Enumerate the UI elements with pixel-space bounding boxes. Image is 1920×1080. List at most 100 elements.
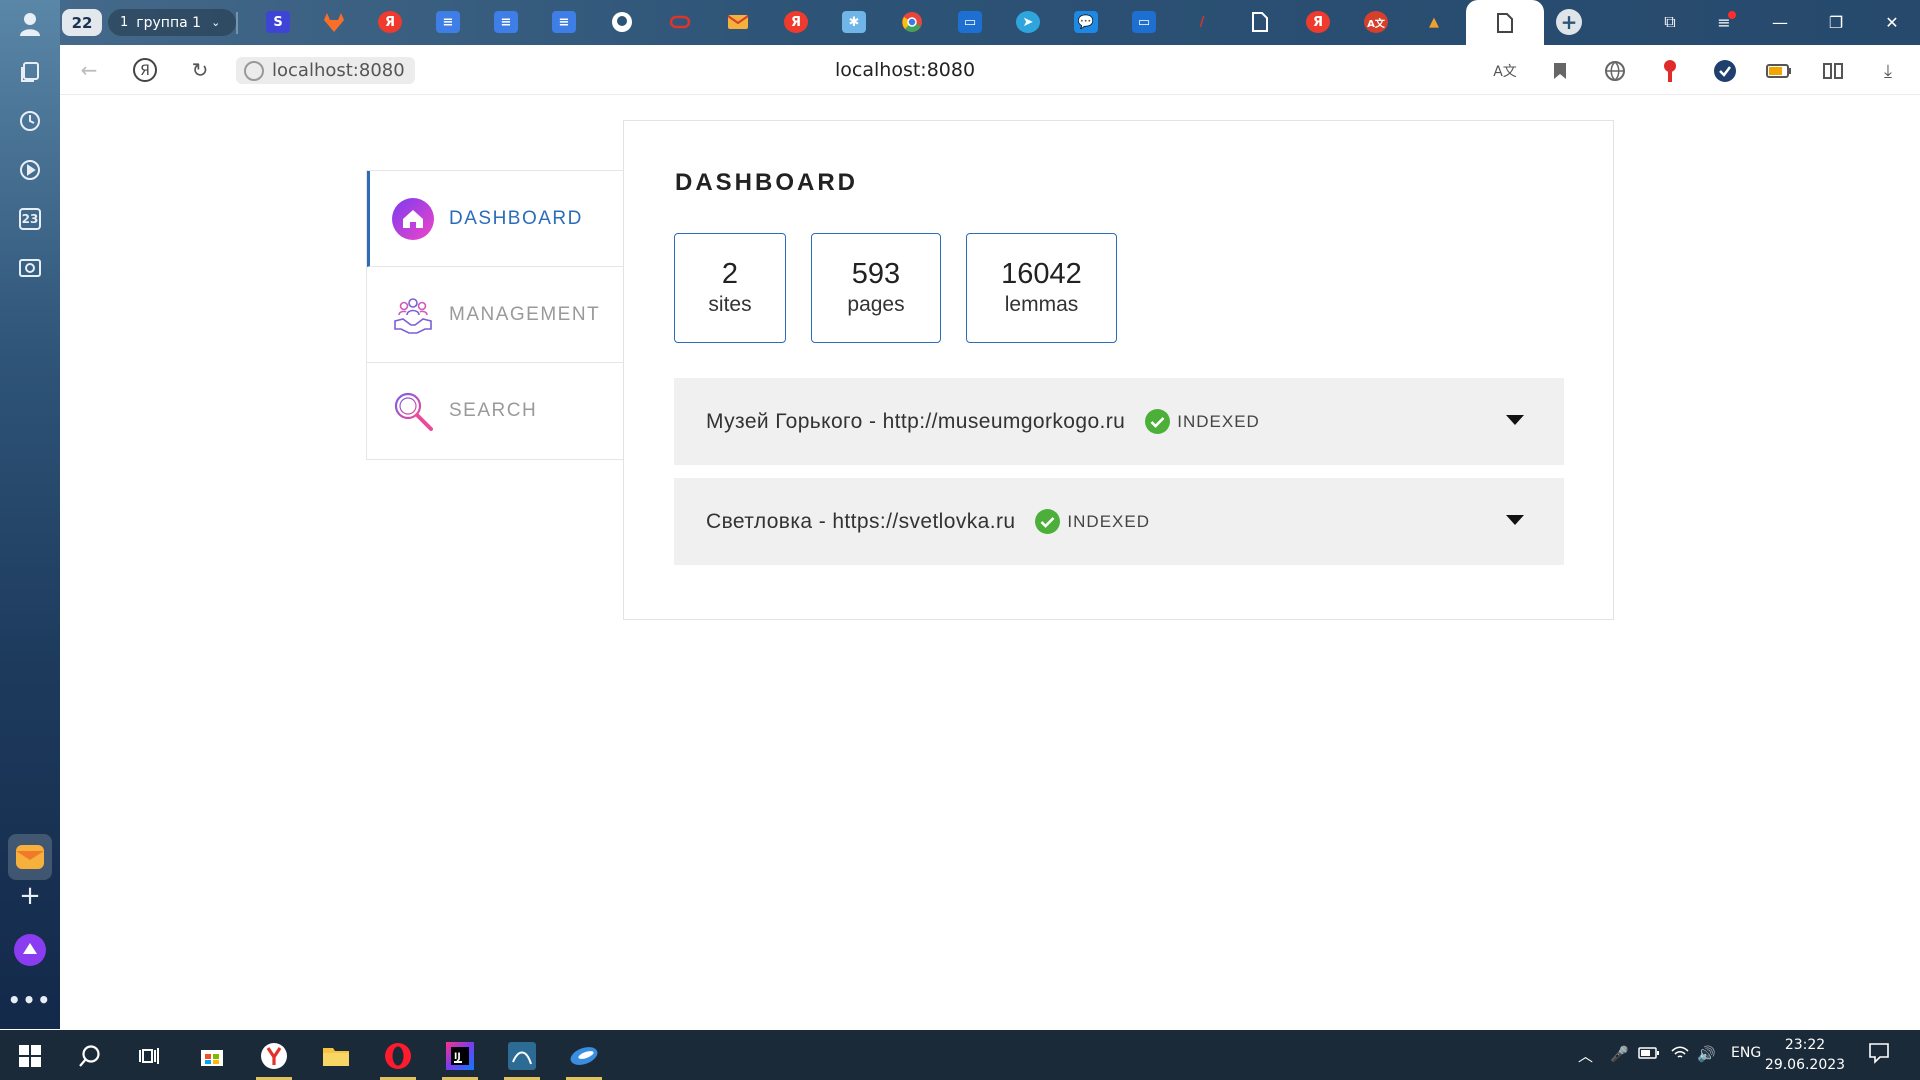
- clock-date: 29.06.2023: [1764, 1057, 1846, 1073]
- tab-favicon-snowflake-icon[interactable]: ✱: [842, 11, 866, 33]
- browser-side-panel: 23 + •••: [0, 0, 60, 1029]
- tab-divider: [236, 12, 238, 34]
- minimize-button[interactable]: —: [1760, 8, 1800, 36]
- site-row[interactable]: Светловка - https://svetlovka.ru INDEXED: [674, 478, 1564, 565]
- tab-favicon-s-icon[interactable]: S: [266, 11, 290, 33]
- clock-time: 23:22: [1784, 1037, 1826, 1053]
- notifications-icon[interactable]: [1868, 1042, 1890, 1068]
- menu-icon[interactable]: ≡: [1704, 8, 1744, 36]
- dbeaver-icon[interactable]: [560, 1036, 608, 1080]
- dashboard-panel: DASHBOARD 2 sites 593 pages 16042 lemmas…: [623, 120, 1614, 620]
- wifi-icon[interactable]: [1670, 1045, 1690, 1065]
- svg-text:IJ: IJ: [454, 1052, 461, 1062]
- nav-item-search[interactable]: SEARCH: [367, 363, 623, 459]
- page-title: DASHBOARD: [675, 169, 858, 196]
- tray-chevron-up-icon[interactable]: ︿: [1578, 1045, 1593, 1066]
- vpn-globe-icon[interactable]: [1602, 58, 1628, 84]
- reader-mode-icon[interactable]: [1820, 58, 1846, 84]
- tab-favicon-oracle-icon[interactable]: [668, 11, 692, 33]
- magnifier-icon: [391, 389, 435, 433]
- address-bar: ← Я ↻ localhost:8080 localhost:8080 A文 ⤓: [60, 45, 1920, 95]
- tab-favicon-triangle-icon[interactable]: ▲: [1422, 11, 1446, 33]
- video-play-icon[interactable]: [10, 150, 50, 190]
- site-row[interactable]: Музей Горького - http://museumgorkogo.ru…: [674, 378, 1564, 465]
- calendar-icon[interactable]: 23: [10, 199, 50, 239]
- add-panel-button[interactable]: +: [8, 873, 52, 919]
- tab-favicon-docs-icon[interactable]: ≡: [436, 11, 460, 33]
- intellij-idea-icon[interactable]: IJ: [436, 1036, 484, 1080]
- stat-value: 2: [721, 257, 739, 290]
- url-chip-text: localhost:8080: [272, 60, 405, 81]
- tab-favicon-docs-icon[interactable]: ≡: [552, 11, 576, 33]
- status-text: INDEXED: [1067, 511, 1150, 531]
- tab-favicon-slides-icon[interactable]: ▭: [958, 11, 982, 33]
- tab-favicon-gitlab-icon[interactable]: [322, 11, 346, 33]
- tab-favicon-slides-icon[interactable]: ▭: [1132, 11, 1156, 33]
- site-info-icon[interactable]: [244, 61, 264, 81]
- tab-favicon-chrome-icon[interactable]: [900, 11, 924, 33]
- nav-item-dashboard[interactable]: DASHBOARD: [367, 171, 623, 267]
- restore-button[interactable]: ❐: [1816, 8, 1856, 36]
- mail-icon: [16, 845, 44, 869]
- tab-favicon-docs-icon[interactable]: ≡: [494, 11, 518, 33]
- tab-favicon-pen-icon[interactable]: /: [1190, 11, 1214, 33]
- tab-favicon-chat-icon[interactable]: 💬: [1074, 11, 1098, 33]
- mysql-workbench-icon[interactable]: [498, 1036, 546, 1080]
- stat-label: lemmas: [1004, 293, 1079, 317]
- tab-list-icon[interactable]: ⧉: [1650, 8, 1690, 36]
- system-clock[interactable]: 23:22 29.06.2023: [1760, 1035, 1850, 1075]
- alice-assistant-icon[interactable]: [10, 930, 50, 970]
- protect-check-icon[interactable]: [1712, 58, 1738, 84]
- reload-button[interactable]: ↻: [185, 56, 215, 84]
- site-name: Светловка - https://svetlovka.ru: [706, 509, 1016, 533]
- stat-value: 16042: [1001, 257, 1082, 290]
- stat-card-sites: 2 sites: [674, 233, 786, 343]
- profile-icon[interactable]: [10, 4, 50, 44]
- microphone-icon[interactable]: 🎤: [1610, 1045, 1629, 1063]
- battery-saver-icon[interactable]: [1766, 58, 1792, 84]
- url-chip[interactable]: localhost:8080: [236, 57, 415, 84]
- tab-favicon-yandex-icon[interactable]: Я: [1306, 11, 1330, 33]
- collections-icon[interactable]: [10, 52, 50, 92]
- search-icon[interactable]: [66, 1036, 114, 1076]
- bookmark-icon[interactable]: [1547, 58, 1573, 84]
- opera-icon[interactable]: [374, 1036, 422, 1080]
- app-sidebar-nav: DASHBOARD MANAGEMENT SEARCH: [366, 170, 624, 460]
- stat-label: sites: [708, 293, 752, 317]
- store-icon[interactable]: [188, 1036, 236, 1076]
- page-content: DASHBOARD MANAGEMENT SEARCH DASHBOARD 2 …: [60, 96, 1920, 1030]
- close-window-button[interactable]: ✕: [1872, 8, 1912, 36]
- expand-caret-icon[interactable]: [1506, 415, 1524, 425]
- yandex-home-button[interactable]: Я: [130, 56, 160, 84]
- back-button[interactable]: ←: [74, 56, 104, 84]
- active-tab[interactable]: [1466, 0, 1544, 46]
- file-explorer-icon[interactable]: [312, 1036, 360, 1076]
- translate-icon[interactable]: A文: [1492, 58, 1518, 84]
- tab-favicon-github-icon[interactable]: [610, 11, 634, 33]
- more-icon[interactable]: •••: [8, 980, 50, 1020]
- history-icon[interactable]: [10, 101, 50, 141]
- stat-label: pages: [847, 293, 905, 317]
- battery-icon[interactable]: [1638, 1045, 1660, 1063]
- tab-favicon-page-icon[interactable]: [1248, 11, 1272, 33]
- tab-favicon-mail-icon[interactable]: [726, 11, 750, 33]
- check-icon: [1145, 409, 1171, 434]
- tab-count-badge[interactable]: 22: [62, 9, 102, 36]
- yandex-browser-icon[interactable]: [250, 1036, 298, 1080]
- task-view-icon[interactable]: [126, 1036, 174, 1076]
- tab-favicon-telegram-icon[interactable]: ➤: [1016, 11, 1040, 33]
- password-key-icon[interactable]: [1657, 58, 1683, 84]
- tab-group-pill[interactable]: 1 группа 1 ⌄: [108, 9, 236, 36]
- tab-favicon-translate-icon[interactable]: A文: [1364, 11, 1388, 33]
- expand-caret-icon[interactable]: [1506, 515, 1524, 525]
- page-host-title[interactable]: localhost:8080: [835, 59, 975, 81]
- nav-item-management[interactable]: MANAGEMENT: [367, 267, 623, 363]
- windows-start-icon[interactable]: [6, 1036, 54, 1076]
- volume-icon[interactable]: 🔊: [1697, 1045, 1716, 1063]
- tab-favicon-yandex-icon[interactable]: Я: [378, 11, 402, 33]
- downloads-icon[interactable]: ⤓: [1875, 58, 1901, 84]
- screenshot-icon[interactable]: [10, 248, 50, 288]
- tab-favicon-yandex-icon[interactable]: Я: [784, 11, 808, 33]
- new-tab-button[interactable]: +: [1556, 9, 1582, 35]
- input-language[interactable]: ENG: [1731, 1045, 1761, 1061]
